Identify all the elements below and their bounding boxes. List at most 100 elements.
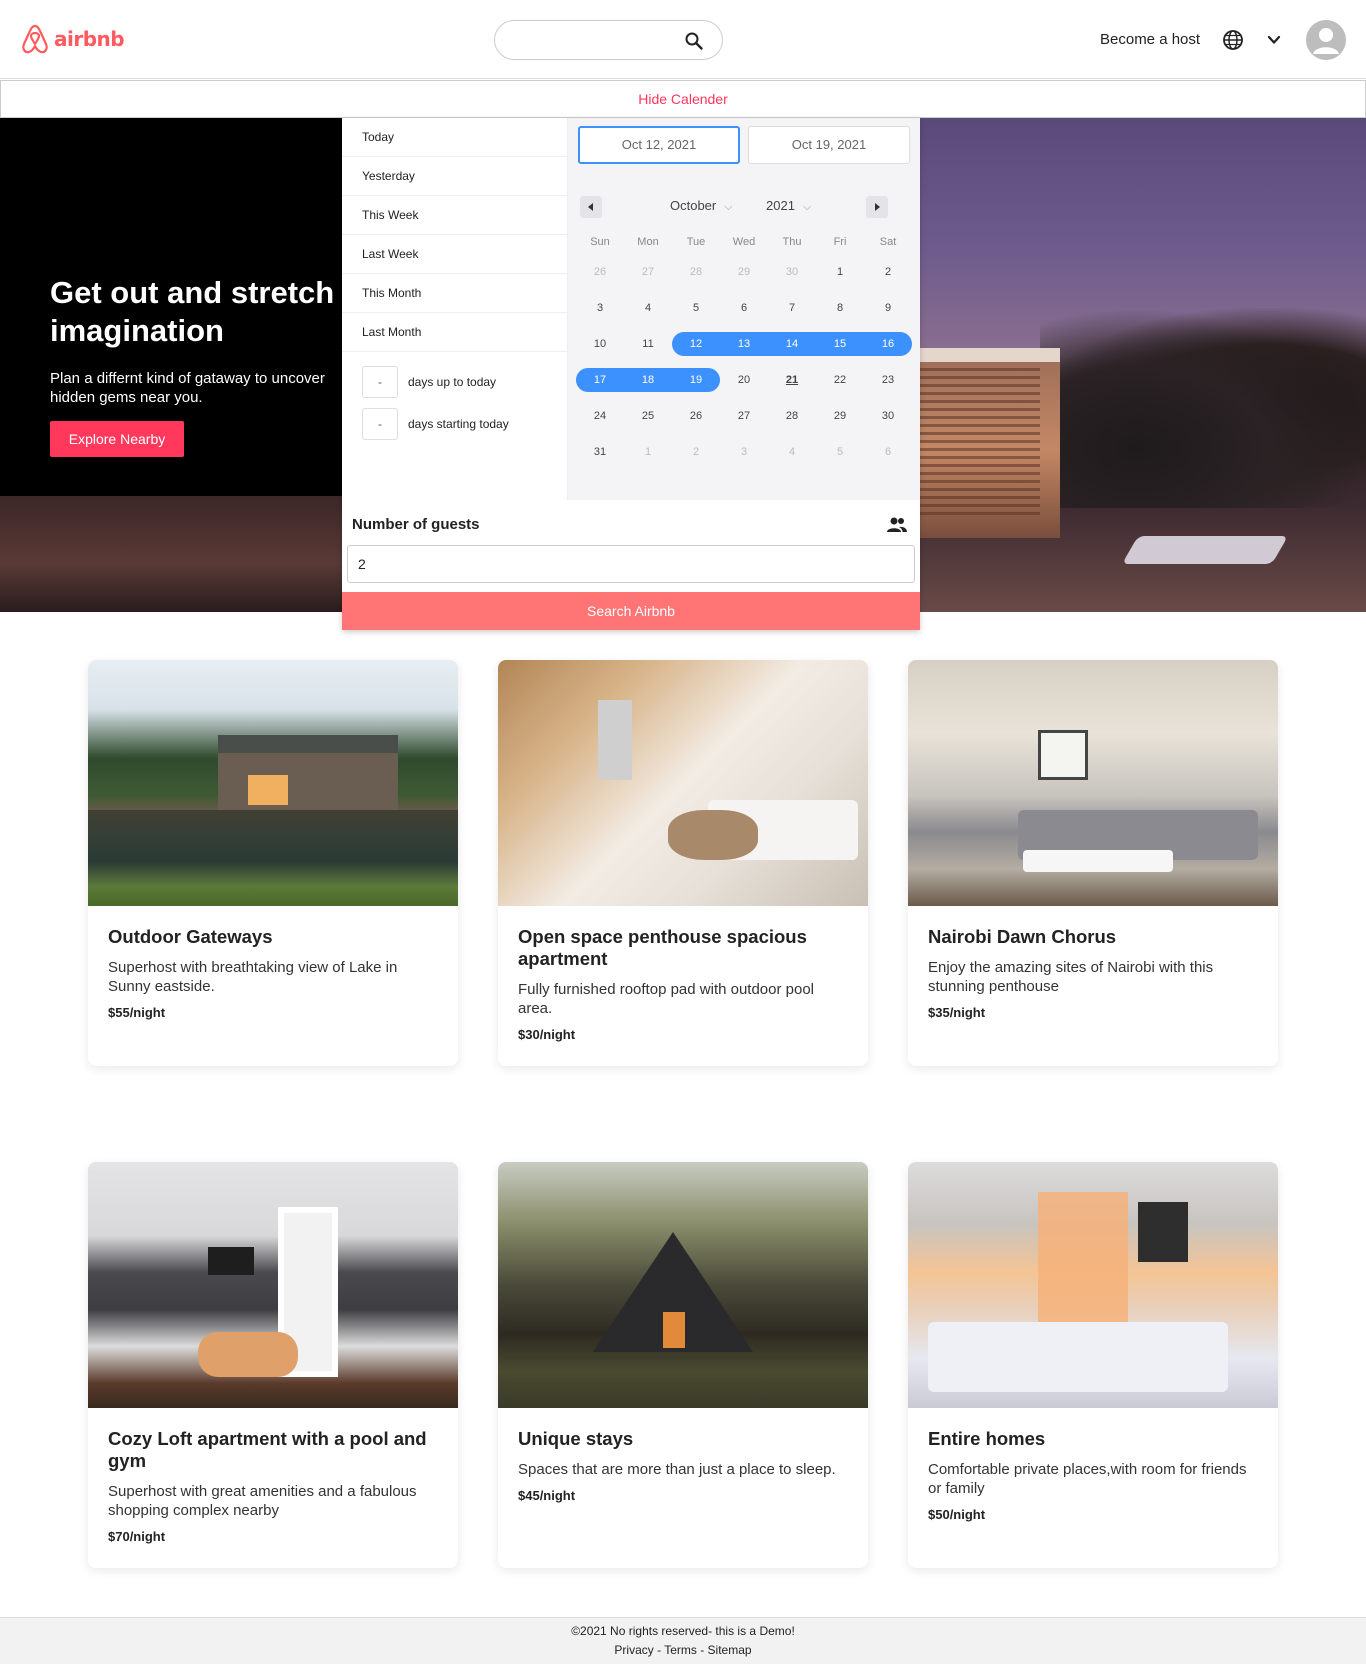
search-icon[interactable] [684, 31, 704, 51]
footer-links[interactable]: Privacy - Terms - Sitemap [0, 1643, 1366, 1657]
listing-image-living-room [908, 660, 1278, 906]
calendar-grid: Sun Mon Tue Wed Thu Fri Sat 26 27 28 29 … [576, 230, 912, 470]
week-row: 17 18 19 20 21 22 23 [576, 362, 912, 398]
day-cell[interactable]: 5 [672, 296, 720, 320]
day-cell[interactable]: 30 [768, 260, 816, 284]
listing-price: $70/night [108, 1529, 166, 1544]
listing-image-cabin [88, 660, 458, 906]
listing-title[interactable]: Outdoor Gateways [108, 926, 438, 948]
day-cell[interactable]: 31 [576, 440, 624, 464]
day-cell[interactable]: 30 [864, 404, 912, 428]
listing-title[interactable]: Cozy Loft apartment with a pool and gym [108, 1428, 438, 1472]
listing-title[interactable]: Unique stays [518, 1428, 848, 1450]
day-cell[interactable]: 28 [768, 404, 816, 428]
search-airbnb-button[interactable]: Search Airbnb [342, 592, 920, 630]
day-cell[interactable]: 6 [864, 440, 912, 464]
day-cell[interactable]: 26 [576, 260, 624, 284]
day-cell-selected[interactable]: 16 [864, 332, 912, 356]
day-cell[interactable]: 3 [720, 440, 768, 464]
day-cell[interactable]: 20 [720, 368, 768, 392]
day-cell-selected[interactable]: 18 [624, 368, 672, 392]
day-cell[interactable]: 6 [720, 296, 768, 320]
day-cell-selected[interactable]: 17 [576, 368, 624, 392]
listing-card[interactable]: Unique stays Spaces that are more than j… [498, 1162, 868, 1568]
next-arrow-icon [875, 203, 880, 211]
year-select[interactable]: 2021 ⌵ [766, 198, 811, 214]
listing-title[interactable]: Entire homes [928, 1428, 1258, 1450]
day-cell[interactable]: 9 [864, 296, 912, 320]
prev-month-button[interactable] [580, 196, 602, 218]
start-date-input[interactable]: Oct 12, 2021 [578, 126, 740, 164]
input-range-starting-today: - days starting today [362, 408, 509, 440]
day-cell-selected[interactable]: 12 [672, 332, 720, 356]
range-today[interactable]: Today [342, 118, 567, 157]
search-bar[interactable] [494, 20, 723, 60]
listing-card[interactable]: Nairobi Dawn Chorus Enjoy the amazing si… [908, 660, 1278, 1066]
day-cell-selected[interactable]: 19 [672, 368, 720, 392]
day-cell[interactable]: 3 [576, 296, 624, 320]
day-cell[interactable]: 24 [576, 404, 624, 428]
day-cell[interactable]: 2 [672, 440, 720, 464]
end-date-input[interactable]: Oct 19, 2021 [748, 126, 910, 164]
day-cell[interactable]: 1 [816, 260, 864, 284]
user-avatar[interactable] [1306, 20, 1346, 60]
days-starting-today-input[interactable]: - [362, 408, 398, 440]
day-cell[interactable]: 11 [624, 332, 672, 356]
day-cell[interactable]: 22 [816, 368, 864, 392]
day-cell[interactable]: 23 [864, 368, 912, 392]
day-cell[interactable]: 25 [624, 404, 672, 428]
range-this-week[interactable]: This Week [342, 196, 567, 235]
guests-input[interactable] [347, 545, 915, 583]
weekday-header: Sun Mon Tue Wed Thu Fri Sat [576, 230, 912, 254]
day-cell[interactable]: 27 [720, 404, 768, 428]
day-cell[interactable]: 4 [768, 440, 816, 464]
listing-title[interactable]: Nairobi Dawn Chorus [928, 926, 1258, 948]
day-cell[interactable]: 4 [624, 296, 672, 320]
day-cell[interactable]: 29 [816, 404, 864, 428]
chevron-down-icon[interactable] [1267, 33, 1281, 47]
listing-price: $35/night [928, 1005, 986, 1020]
next-month-button[interactable] [866, 196, 888, 218]
month-select[interactable]: October ⌵ [670, 198, 733, 214]
search-input[interactable] [511, 29, 671, 53]
day-cell[interactable]: 27 [624, 260, 672, 284]
day-cell[interactable]: 10 [576, 332, 624, 356]
day-cell-today[interactable]: 21 [768, 368, 816, 392]
listing-card-body: Cozy Loft apartment with a pool and gym … [88, 1408, 458, 1568]
listing-card[interactable]: Entire homes Comfortable private places,… [908, 1162, 1278, 1568]
day-cell-selected[interactable]: 14 [768, 332, 816, 356]
day-cell-selected[interactable]: 13 [720, 332, 768, 356]
days-up-to-today-input[interactable]: - [362, 366, 398, 398]
day-cell[interactable]: 28 [672, 260, 720, 284]
day-cell[interactable]: 1 [624, 440, 672, 464]
hide-calendar-link[interactable]: Hide Calender [638, 81, 728, 117]
weekday-label: Tue [686, 236, 706, 248]
calendar-toggle-bar[interactable]: Hide Calender [0, 80, 1366, 118]
listing-card[interactable]: Outdoor Gateways Superhost with breathta… [88, 660, 458, 1066]
listing-card-body: Unique stays Spaces that are more than j… [498, 1408, 868, 1527]
day-cell-selected[interactable]: 15 [816, 332, 864, 356]
day-cell[interactable]: 2 [864, 260, 912, 284]
listing-price: $45/night [518, 1488, 576, 1503]
weekday-label: Sat [879, 236, 897, 248]
listing-card[interactable]: Cozy Loft apartment with a pool and gym … [88, 1162, 458, 1568]
range-last-week[interactable]: Last Week [342, 235, 567, 274]
day-cell[interactable]: 5 [816, 440, 864, 464]
month-label: October [670, 198, 717, 213]
range-this-month[interactable]: This Month [342, 274, 567, 313]
airbnb-logo[interactable]: airbnb [20, 22, 125, 56]
range-last-month[interactable]: Last Month [342, 313, 567, 352]
day-cell[interactable]: 26 [672, 404, 720, 428]
become-host-link[interactable]: Become a host [1100, 31, 1200, 48]
day-cell[interactable]: 8 [816, 296, 864, 320]
explore-nearby-button[interactable]: Explore Nearby [50, 421, 184, 457]
listing-card[interactable]: Open space penthouse spacious apartment … [498, 660, 868, 1066]
range-yesterday[interactable]: Yesterday [342, 157, 567, 196]
day-cell[interactable]: 7 [768, 296, 816, 320]
listing-title[interactable]: Open space penthouse spacious apartment [518, 926, 848, 970]
listing-description: Superhost with breathtaking view of Lake… [108, 959, 398, 995]
globe-icon[interactable] [1222, 29, 1244, 51]
day-cell[interactable]: 29 [720, 260, 768, 284]
date-range-picker: Today Yesterday This Week Last Week This… [342, 118, 920, 630]
hero-lounge-chair [1121, 536, 1289, 564]
